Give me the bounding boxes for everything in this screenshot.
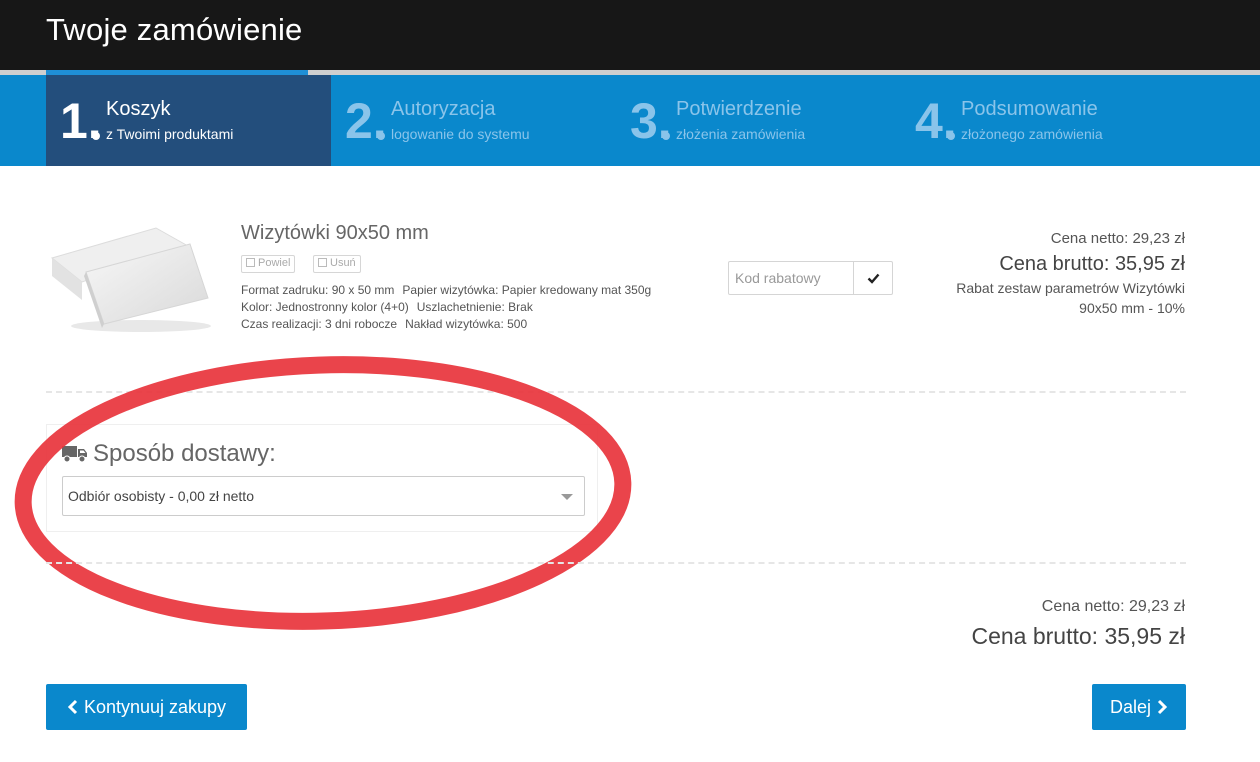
step-title: Koszyk	[106, 98, 171, 120]
step-authorization: 2. Autoryzacja logowanie do systemu	[331, 75, 616, 166]
spec-line: Czas realizacji: 3 dni robocze Nakład wiz…	[241, 317, 535, 331]
continue-shopping-label: Kontynuuj zakupy	[83, 696, 227, 717]
step-subtitle: z Twoimi produktami	[106, 126, 234, 142]
remove-button[interactable]: Usuń	[313, 255, 361, 273]
step-title: Autoryzacja	[391, 98, 496, 120]
step-number: 1.	[60, 93, 102, 149]
continue-shopping-button[interactable]: Kontynuuj zakupy	[46, 684, 247, 730]
step-title: Potwierdzenie	[676, 98, 802, 120]
step-dot	[662, 132, 670, 140]
checkout-steps: 1. Koszyk z Twoimi produktami 2. Autoryz…	[0, 75, 1260, 166]
step-subtitle: złożonego zamówienia	[961, 126, 1103, 142]
step-title: Podsumowanie	[961, 98, 1098, 120]
divider	[46, 391, 1186, 393]
next-button[interactable]: Dalej	[1092, 684, 1186, 730]
spec-time: Czas realizacji: 3 dni robocze	[241, 317, 398, 331]
price-gross: Cena brutto: 35,95 zł	[999, 253, 1185, 275]
product-price: Cena netto: 29,23 zł Cena brutto: 35,95 …	[925, 228, 1185, 318]
total-gross: Cena brutto: 35,95 zł	[971, 623, 1185, 649]
step-confirmation: 3. Potwierdzenie złożenia zamówienia	[616, 75, 901, 166]
check-icon	[867, 273, 879, 284]
spec-finish: Uszlachetnienie: Brak	[416, 300, 533, 314]
order-total: Cena netto: 29,23 zł Cena brutto: 35,95 …	[971, 596, 1185, 654]
step-dot	[377, 132, 385, 140]
next-label: Dalej	[1109, 696, 1152, 717]
step-number: 4.	[915, 93, 957, 149]
step-dot	[92, 132, 100, 140]
divider	[46, 562, 1186, 564]
spec-color: Kolor: Jednostronny kolor (4+0)	[241, 300, 409, 314]
coupon-group	[728, 261, 893, 295]
spec-quantity: Nakład wizytówka: 500	[405, 317, 528, 331]
coupon-input[interactable]	[729, 262, 855, 294]
step-dot	[947, 132, 955, 140]
step-subtitle: złożenia zamówienia	[676, 126, 806, 142]
rebate-info-line: Rabat zestaw parametrów Wizytówki	[956, 280, 1185, 296]
delivery-select[interactable]: Odbiór osobisty - 0,00 zł netto	[62, 476, 585, 516]
step-number: 3.	[630, 93, 672, 149]
price-net: Cena netto: 29,23 zł	[1050, 230, 1185, 247]
spec-line: Kolor: Jednostronny kolor (4+0) Uszlachet…	[241, 300, 541, 314]
trash-icon	[318, 258, 327, 267]
caret-down-icon	[561, 494, 573, 500]
truck-icon	[62, 446, 87, 463]
rebate-info-line: 90x50 mm - 10%	[1079, 300, 1185, 316]
coupon-apply-button[interactable]	[853, 262, 892, 294]
product-image	[50, 227, 211, 332]
page-title: Twoje zamówienie	[46, 12, 303, 47]
remove-label: Usuń	[330, 257, 356, 269]
page-header: Twoje zamówienie	[0, 0, 1260, 70]
delivery-title: Sposób dostawy:	[93, 440, 276, 467]
spec-line: Format zadruku: 90 x 50 mm Papier wizytów…	[241, 283, 659, 297]
repeat-button[interactable]: Powiel	[241, 255, 296, 273]
step-number: 2.	[345, 93, 387, 149]
total-net: Cena netto: 29,23 zł	[1041, 598, 1185, 615]
repeat-label: Powiel	[258, 257, 291, 269]
copy-icon	[246, 258, 255, 267]
spec-format: Format zadruku: 90 x 50 mm	[241, 283, 395, 297]
chevron-left-icon	[67, 699, 78, 715]
step-subtitle: logowanie do systemu	[391, 126, 530, 142]
delivery-selected-value: Odbiór osobisty - 0,00 zł netto	[68, 488, 254, 504]
spec-paper: Papier wizytówka: Papier kredowany mat 3…	[402, 283, 652, 297]
chevron-right-icon	[1157, 699, 1168, 715]
step-cart: 1. Koszyk z Twoimi produktami	[46, 75, 331, 166]
step-summary: 4. Podsumowanie złożonego zamówienia	[901, 75, 1186, 166]
delivery-heading: Sposób dostawy:	[62, 440, 276, 468]
product-title: Wizytówki 90x50 mm	[241, 222, 429, 244]
